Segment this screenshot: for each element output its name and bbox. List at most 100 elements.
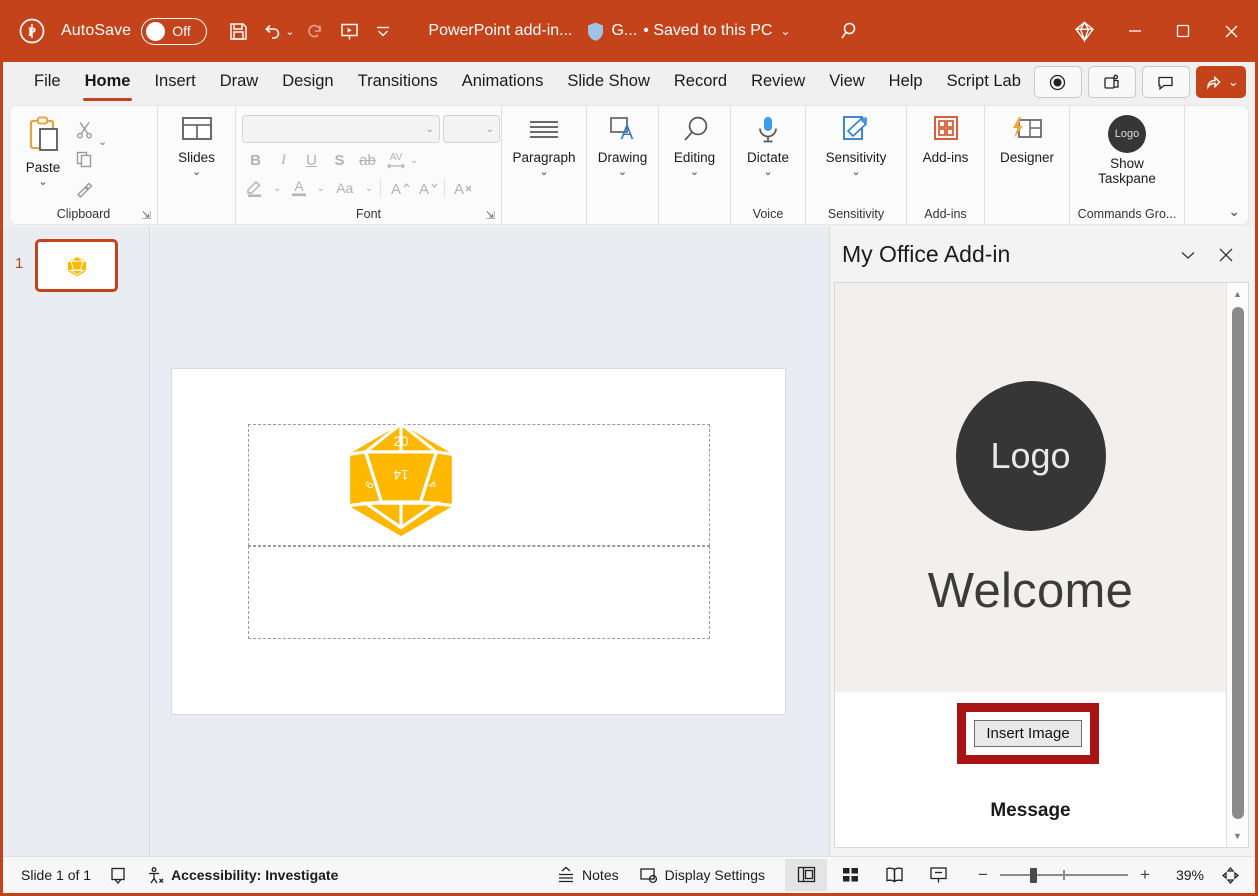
character-spacing-chevron-down-icon[interactable]: ⌄: [410, 155, 418, 166]
text-shadow-button[interactable]: S: [326, 147, 353, 173]
sensitivity-chevron-down-icon[interactable]: ⌄: [851, 166, 860, 178]
scroll-down-arrow-icon[interactable]: ▼: [1227, 827, 1248, 845]
reading-view-icon[interactable]: [873, 859, 915, 891]
format-painter-icon[interactable]: [70, 175, 98, 203]
drawing-button[interactable]: A Drawing ⌄: [593, 113, 652, 180]
save-state-chevron-down-icon[interactable]: ⌄: [780, 24, 790, 38]
insert-image-button[interactable]: Insert Image: [974, 720, 1082, 747]
decrease-font-size-button[interactable]: A: [413, 175, 440, 201]
slides-button[interactable]: Slides ⌄: [170, 113, 224, 180]
autosave-toggle[interactable]: Off: [141, 17, 208, 45]
taskpane-scrollbar[interactable]: ▲ ▼: [1226, 283, 1248, 847]
person-add-icon[interactable]: [1252, 66, 1258, 98]
slide-count-label[interactable]: Slide 1 of 1: [21, 867, 91, 883]
tab-file[interactable]: File: [23, 70, 72, 94]
start-presentation-icon[interactable]: [332, 14, 366, 48]
scroll-up-arrow-icon[interactable]: ▲: [1227, 285, 1248, 303]
undo-icon[interactable]: [255, 14, 289, 48]
share-chevron-down-icon[interactable]: ⌄: [1228, 74, 1239, 90]
paragraph-button[interactable]: Paragraph ⌄: [508, 113, 580, 180]
font-color-button[interactable]: A: [285, 175, 312, 201]
subtitle-placeholder[interactable]: [248, 546, 710, 639]
tab-transitions[interactable]: Transitions: [347, 70, 449, 94]
maximize-icon[interactable]: [1159, 0, 1207, 62]
add-ins-button[interactable]: Add-ins: [916, 113, 976, 167]
tab-draw[interactable]: Draw: [209, 70, 270, 94]
editing-button[interactable]: Editing ⌄: [667, 113, 722, 180]
clipboard-dialog-launcher[interactable]: ⇲: [142, 209, 151, 222]
font-size-chevron-down-icon[interactable]: ⌄: [486, 124, 494, 135]
tab-slide-show[interactable]: Slide Show: [556, 70, 661, 94]
normal-view-icon[interactable]: [785, 859, 827, 891]
tab-script-lab[interactable]: Script Lab: [936, 70, 1032, 94]
drawing-chevron-down-icon[interactable]: ⌄: [618, 166, 627, 178]
zoom-level-label[interactable]: 39%: [1166, 867, 1204, 883]
show-taskpane-button[interactable]: Logo Show Taskpane: [1076, 113, 1178, 188]
tab-home[interactable]: Home: [74, 70, 142, 101]
comments-icon[interactable]: [1141, 66, 1190, 98]
slide-sorter-icon[interactable]: [829, 859, 871, 891]
collapse-ribbon-chevron-up-icon[interactable]: ⌄: [1228, 203, 1240, 220]
notes-button[interactable]: Notes: [556, 866, 619, 885]
share-button[interactable]: ⌄: [1195, 66, 1246, 98]
dictate-chevron-down-icon[interactable]: ⌄: [763, 166, 772, 178]
fit-to-window-icon[interactable]: [1213, 859, 1247, 891]
cut-icon[interactable]: [70, 115, 98, 143]
tab-help[interactable]: Help: [878, 70, 934, 94]
slide-show-icon[interactable]: [917, 859, 959, 891]
taskpane-chevron-down-icon[interactable]: [1169, 236, 1207, 274]
text-highlight-color-button[interactable]: [242, 175, 269, 201]
close-icon[interactable]: [1207, 0, 1255, 62]
tab-record[interactable]: Record: [663, 70, 738, 94]
paste-button[interactable]: Paste ⌄: [16, 113, 70, 190]
paste-chevron-down-icon[interactable]: ⌄: [38, 176, 47, 188]
clipboard-more-chevron-down-icon[interactable]: ⌄: [98, 135, 107, 148]
paragraph-chevron-down-icon[interactable]: ⌄: [539, 166, 548, 178]
accessibility-status[interactable]: Accessibility: Investigate: [146, 866, 338, 885]
slide-surface[interactable]: 20 14 9 4: [172, 369, 785, 714]
save-state-label[interactable]: • Saved to this PC: [643, 22, 772, 40]
zoom-slider[interactable]: [1000, 866, 1128, 884]
tab-design[interactable]: Design: [271, 70, 344, 94]
change-case-button[interactable]: Aa: [329, 175, 361, 201]
redo-icon[interactable]: [298, 14, 332, 48]
present-in-teams-icon[interactable]: [1087, 66, 1136, 98]
copilot-icon[interactable]: [1057, 0, 1111, 62]
increase-font-size-button[interactable]: A: [385, 175, 412, 201]
font-size-dropdown[interactable]: ⌄: [443, 115, 500, 143]
slide-thumbnail-1[interactable]: [35, 239, 118, 292]
italic-button[interactable]: I: [270, 147, 297, 173]
minimize-icon[interactable]: [1111, 0, 1159, 62]
clear-formatting-button[interactable]: A: [449, 175, 476, 201]
font-color-chevron-down-icon[interactable]: ⌄: [313, 183, 327, 194]
search-icon[interactable]: [831, 14, 867, 48]
editing-chevron-down-icon[interactable]: ⌄: [690, 166, 699, 178]
sensitivity-label[interactable]: G...: [611, 22, 637, 40]
display-settings-button[interactable]: Display Settings: [639, 866, 765, 885]
slides-chevron-down-icon[interactable]: ⌄: [192, 166, 201, 178]
change-case-chevron-down-icon[interactable]: ⌄: [362, 183, 376, 194]
tab-animations[interactable]: Animations: [451, 70, 555, 94]
character-spacing-button[interactable]: AV: [382, 147, 409, 173]
zoom-in-button[interactable]: +: [1137, 865, 1153, 885]
strikethrough-button[interactable]: ab: [354, 147, 381, 173]
document-title[interactable]: PowerPoint add-in...: [428, 22, 572, 40]
font-name-chevron-down-icon[interactable]: ⌄: [426, 124, 434, 135]
tab-insert[interactable]: Insert: [143, 70, 206, 94]
d20-dice-image[interactable]: 20 14 9 4: [340, 419, 462, 541]
title-placeholder[interactable]: [248, 424, 710, 546]
save-icon[interactable]: [221, 14, 255, 48]
font-dialog-launcher[interactable]: ⇲: [486, 209, 495, 222]
dictate-button[interactable]: Dictate ⌄: [740, 113, 796, 180]
underline-button[interactable]: U: [298, 147, 325, 173]
zoom-slider-handle[interactable]: [1030, 868, 1037, 883]
scrollbar-thumb[interactable]: [1232, 307, 1244, 819]
copy-icon[interactable]: [70, 145, 98, 173]
zoom-out-button[interactable]: −: [975, 865, 991, 885]
record-icon[interactable]: [1033, 66, 1082, 98]
tab-view[interactable]: View: [818, 70, 875, 94]
bold-button[interactable]: B: [242, 147, 269, 173]
taskpane-close-icon[interactable]: [1207, 236, 1245, 274]
designer-button[interactable]: Designer: [993, 113, 1061, 167]
language-proofing-icon[interactable]: [109, 866, 128, 885]
